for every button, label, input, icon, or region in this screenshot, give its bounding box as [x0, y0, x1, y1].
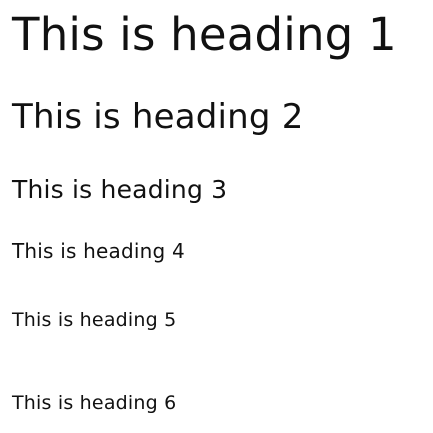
heading-6: This is heading 6	[12, 392, 177, 414]
heading-4: This is heading 4	[12, 239, 185, 263]
heading-3: This is heading 3	[12, 175, 228, 204]
heading-5: This is heading 5	[12, 309, 177, 331]
heading-1: This is heading 1	[12, 8, 397, 61]
heading-2: This is heading 2	[12, 97, 304, 137]
document-page: { "headings": [ { "level": 1, "text": "T…	[0, 0, 433, 433]
